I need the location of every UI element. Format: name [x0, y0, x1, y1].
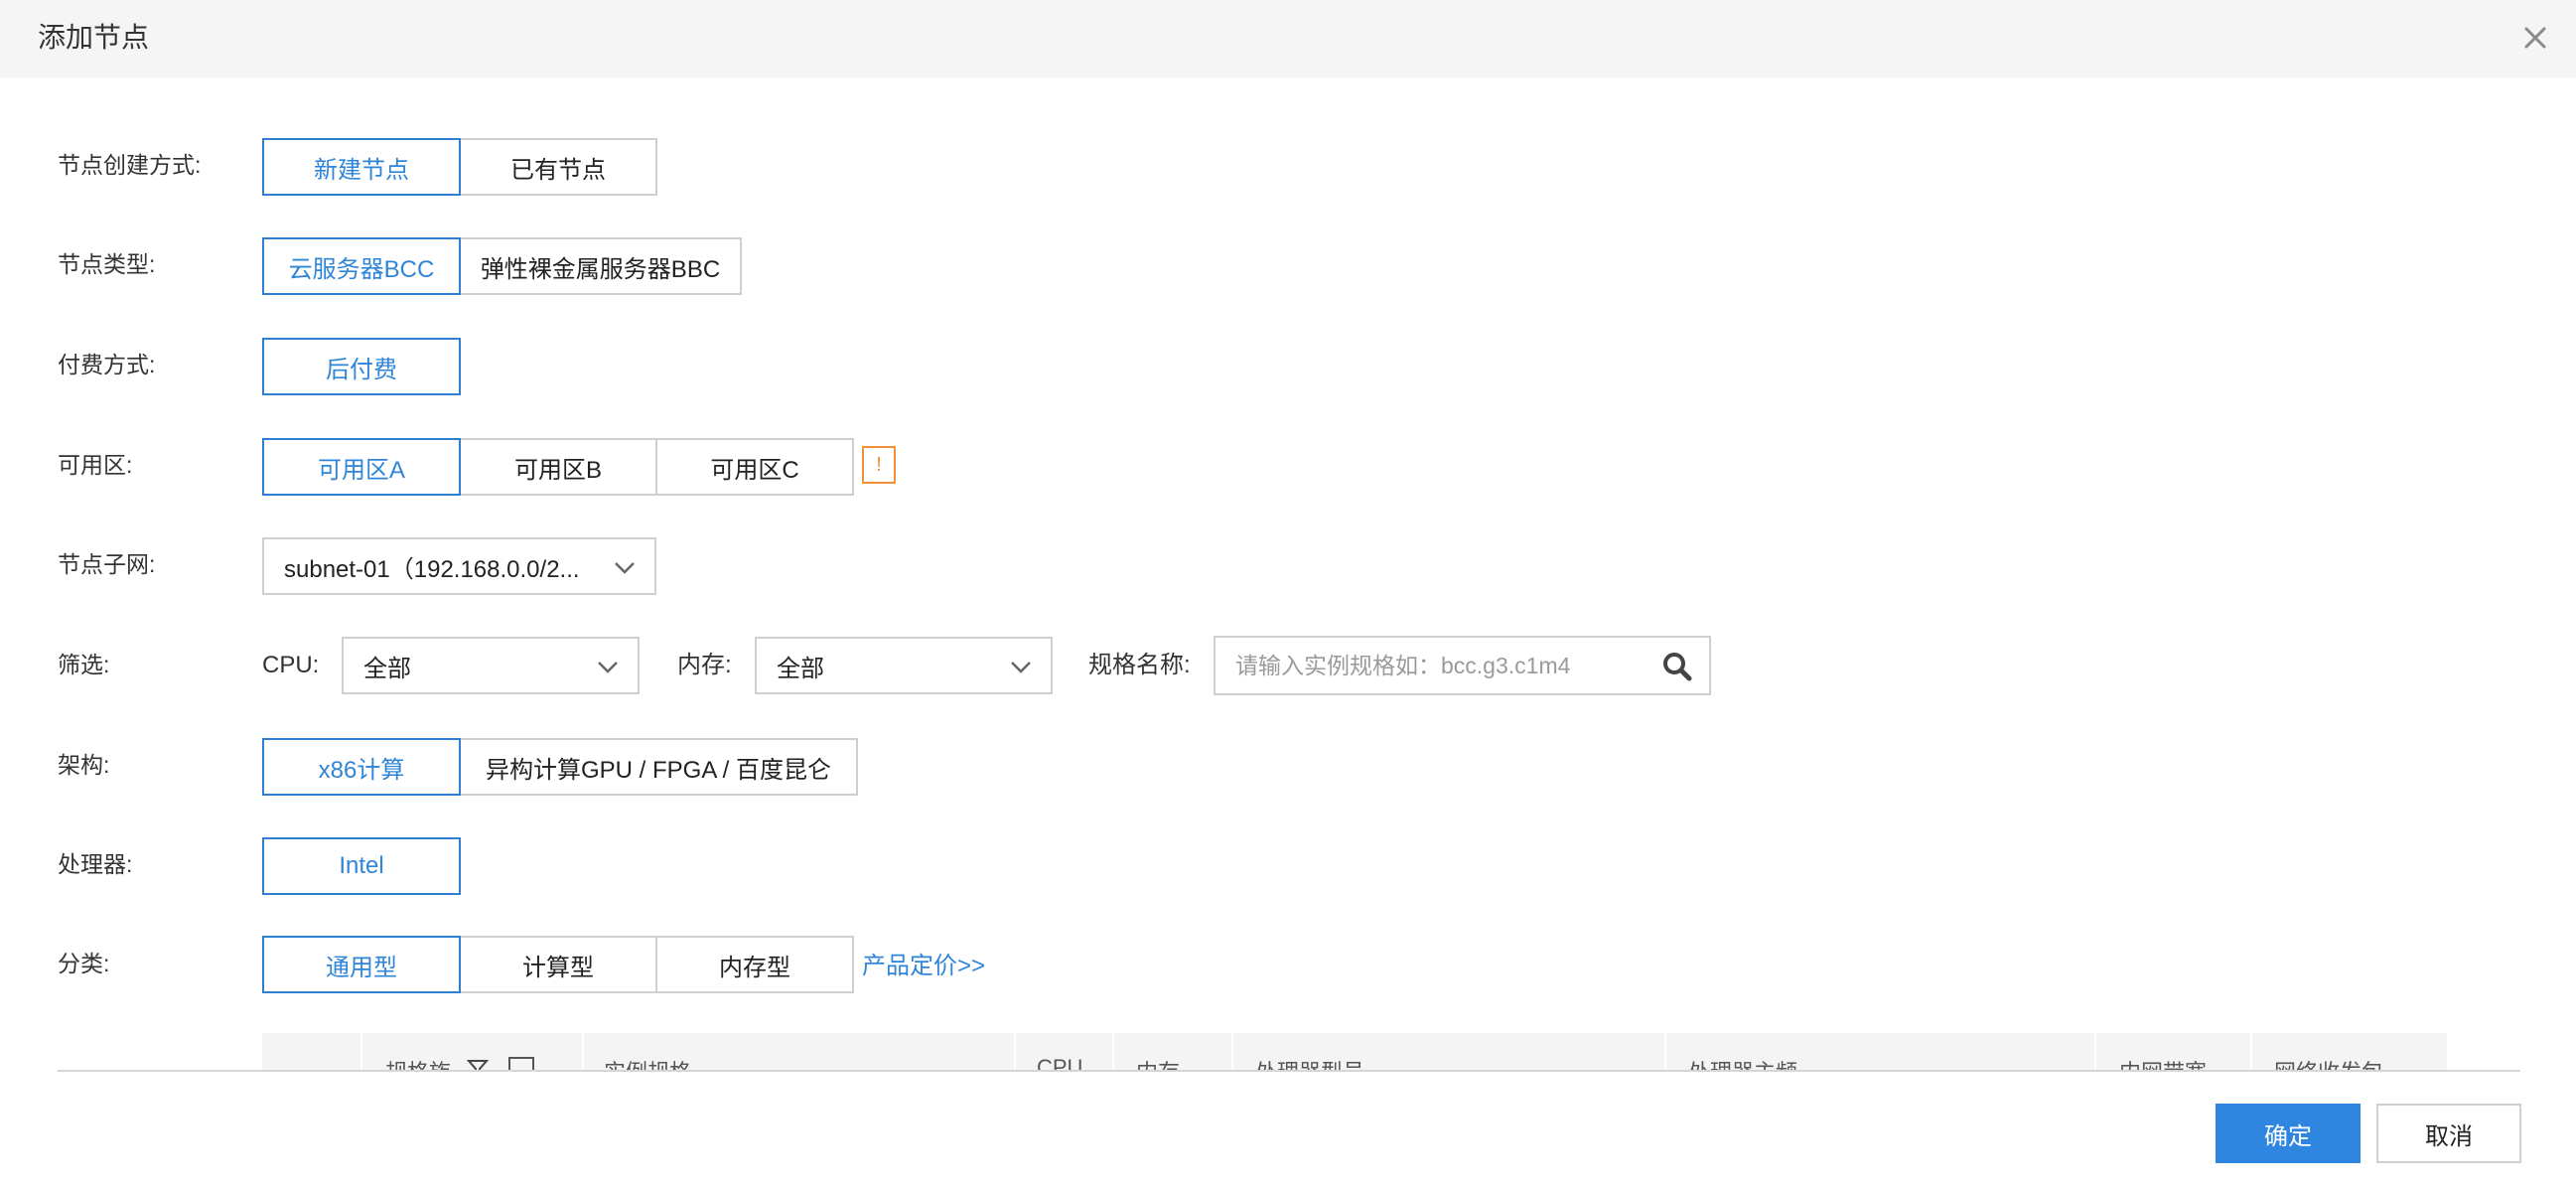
memory-filter-label: 内存: [677, 652, 732, 678]
column-divider [1014, 1033, 1016, 1071]
option-postpaid[interactable]: 后付费 [262, 338, 461, 395]
arch-label: 架构: [58, 752, 110, 778]
column-divider [1112, 1033, 1114, 1071]
create-mode-label: 节点创建方式: [58, 152, 202, 178]
subnet-select[interactable]: subnet-01（192.168.0.0/2... [262, 537, 656, 595]
spec-search-box [1214, 636, 1711, 695]
spec-name-label: 规格名称: [1088, 652, 1191, 678]
cpu-filter-select[interactable]: 全部 [342, 637, 640, 694]
spec-search-input[interactable] [1216, 638, 1652, 693]
cpu-filter-value: 全部 [363, 655, 411, 682]
close-icon[interactable] [2515, 18, 2555, 58]
filter-label: 筛选: [58, 652, 110, 677]
search-icon[interactable] [1661, 651, 1693, 682]
dialog-title: 添加节点 [38, 22, 150, 53]
subnet-label: 节点子网: [58, 551, 156, 577]
chevron-down-icon [1011, 662, 1031, 673]
category-options: 通用型 计算型 内存型 [262, 936, 854, 993]
option-memory[interactable]: 内存型 [655, 936, 854, 993]
option-intel[interactable]: Intel [262, 837, 461, 895]
col-spec-family: 规格族 [385, 1055, 451, 1071]
cancel-button[interactable]: 取消 [2376, 1104, 2521, 1163]
zone-label: 可用区: [58, 452, 133, 478]
column-divider [1664, 1033, 1666, 1071]
column-divider [360, 1033, 362, 1071]
option-heterogeneous[interactable]: 异构计算GPU / FPGA / 百度昆仑 [459, 738, 858, 796]
zone-options: 可用区A 可用区B 可用区C [262, 438, 854, 496]
pricing-link[interactable]: 产品定价>> [862, 946, 985, 980]
node-type-options: 云服务器BCC 弹性裸金属服务器BBC [262, 237, 742, 295]
option-general[interactable]: 通用型 [262, 936, 461, 993]
subnet-value: subnet-01（192.168.0.0/2... [284, 555, 580, 583]
col-cpu-model: 处理器型号 [1255, 1055, 1364, 1071]
billing-options: 后付费 [262, 338, 461, 395]
col-cpu: CPU [1037, 1055, 1083, 1071]
option-new-node[interactable]: 新建节点 [262, 138, 461, 196]
memory-filter-value: 全部 [777, 655, 824, 682]
memory-filter-select[interactable]: 全部 [755, 637, 1053, 694]
billing-label: 付费方式: [58, 352, 156, 377]
column-checkbox[interactable] [508, 1057, 534, 1071]
option-x86[interactable]: x86计算 [262, 738, 461, 796]
option-existing-node[interactable]: 已有节点 [459, 138, 657, 196]
zone-warning-icon[interactable]: ! [862, 446, 896, 484]
processor-options: Intel [262, 837, 461, 895]
column-divider [2094, 1033, 2096, 1071]
processor-label: 处理器: [58, 851, 133, 877]
create-mode-options: 新建节点 已有节点 [262, 138, 657, 196]
col-memory: 内存 [1136, 1055, 1180, 1071]
chevron-down-icon [598, 662, 618, 673]
cpu-filter-label: CPU: [262, 652, 320, 678]
footer-divider [58, 1070, 2520, 1072]
option-zone-c[interactable]: 可用区C [655, 438, 854, 496]
dialog-header: 添加节点 [0, 0, 2576, 77]
arch-options: x86计算 异构计算GPU / FPGA / 百度昆仑 [262, 738, 858, 796]
spec-table-header: 规格族 实例规格 CPU 内存 处理器型号 处理器主频 内网带宽 网络收发包 [262, 1033, 2447, 1071]
col-instance-spec: 实例规格 [604, 1055, 691, 1071]
category-label: 分类: [58, 951, 110, 976]
option-zone-b[interactable]: 可用区B [459, 438, 657, 496]
confirm-button[interactable]: 确定 [2216, 1104, 2361, 1163]
option-bbc[interactable]: 弹性裸金属服务器BBC [459, 237, 742, 295]
node-type-label: 节点类型: [58, 251, 156, 277]
col-intranet-bandwidth: 内网带宽 [2119, 1055, 2207, 1071]
column-divider [1231, 1033, 1233, 1071]
column-divider [2250, 1033, 2252, 1071]
option-zone-a[interactable]: 可用区A [262, 438, 461, 496]
col-cpu-frequency: 处理器主频 [1688, 1055, 1797, 1071]
option-compute[interactable]: 计算型 [459, 936, 657, 993]
chevron-down-icon [615, 562, 635, 574]
col-network-pps: 网络收发包 [2274, 1055, 2383, 1071]
column-divider [582, 1033, 584, 1071]
option-bcc[interactable]: 云服务器BCC [262, 237, 461, 295]
